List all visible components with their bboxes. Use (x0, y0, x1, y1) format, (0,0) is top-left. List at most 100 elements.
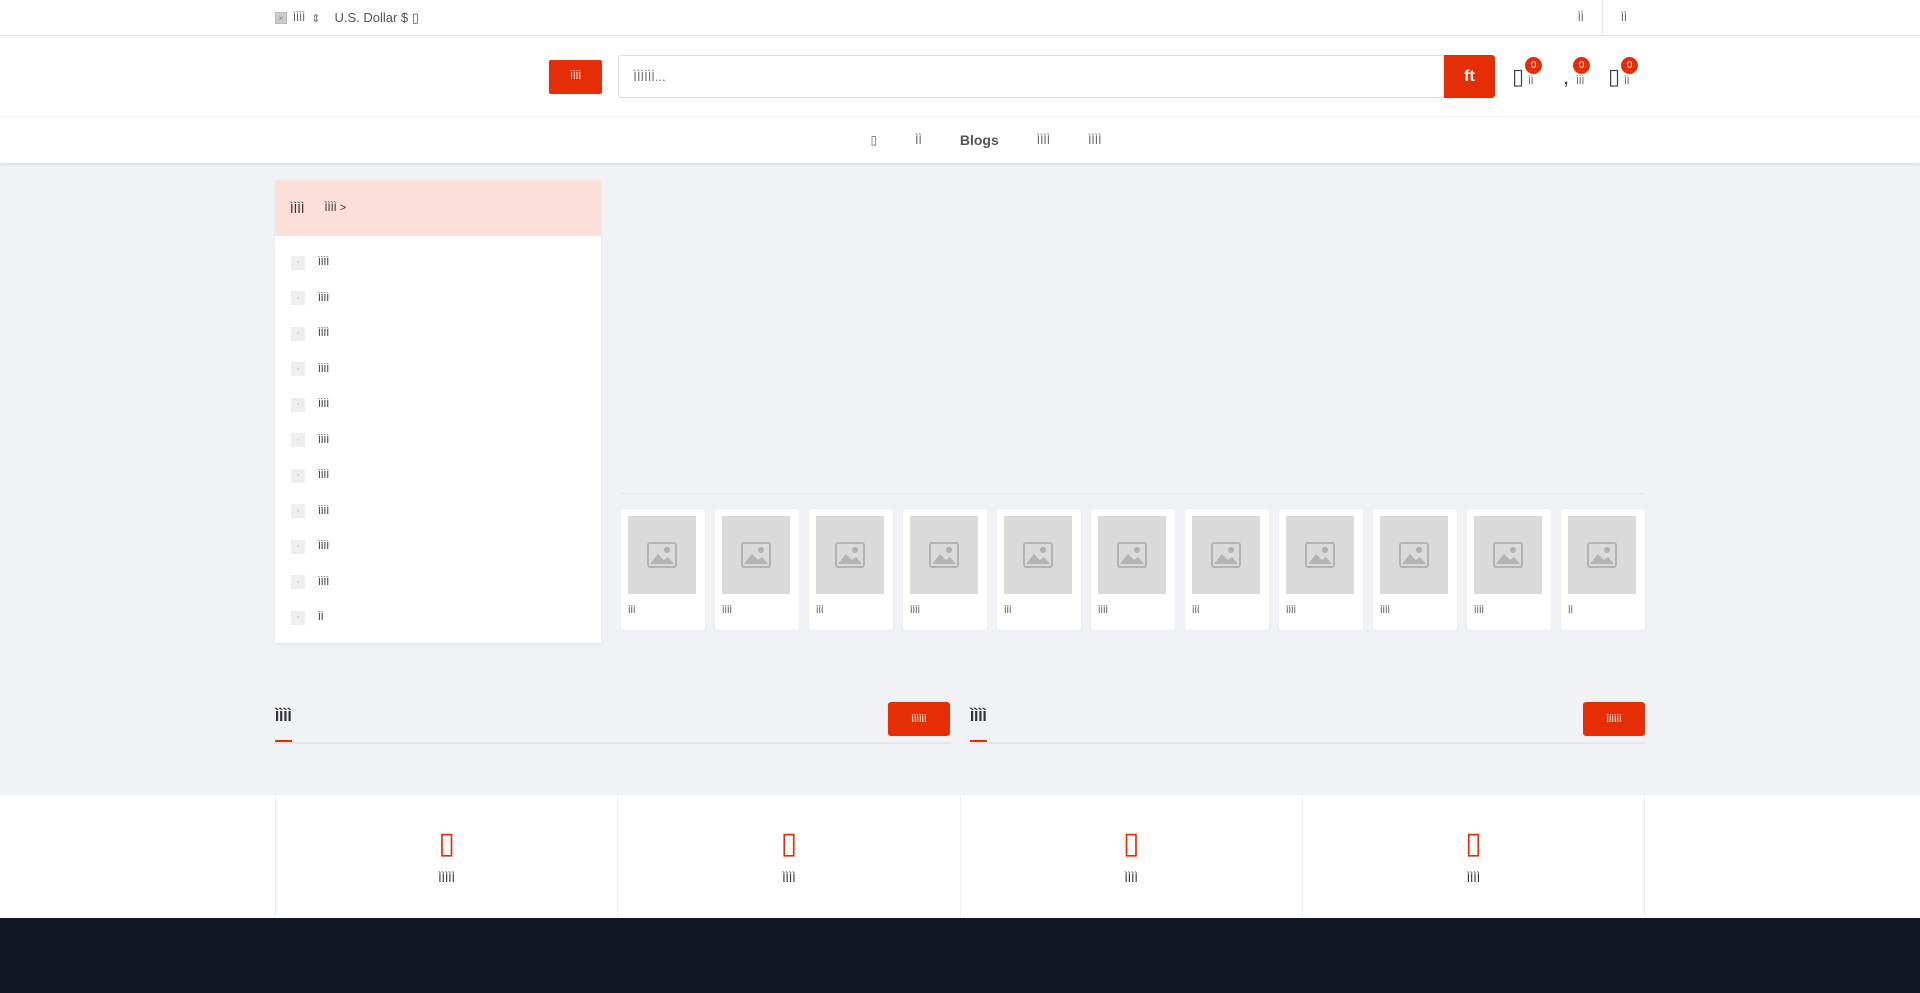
category-card[interactable]: ÌÌÌÌ (903, 509, 987, 630)
feature-item: ▯ ÌÌÌÌÌ (275, 795, 617, 918)
product-sections: ÌÌÌÌ ÌÌÌÌÌÌ ÌÌÌÌ ÌÌÌÌÌÌ (0, 643, 1920, 744)
image-placeholder-icon (1286, 516, 1354, 594)
wishlist-count-badge: 0 (1573, 56, 1590, 74)
compare-button[interactable]: ▯ ÌÌ 0 (1511, 56, 1549, 97)
category-icon: ▫ (291, 468, 305, 483)
sidebar-item[interactable]: ▫ ÌÌÌÌ (275, 387, 601, 423)
sidebar-item[interactable]: ▫ ÌÌ (275, 600, 601, 636)
image-placeholder-icon (1004, 516, 1072, 594)
top-link-register[interactable]: ÌÌ (1601, 0, 1645, 36)
compare-count-badge: 0 (1525, 56, 1542, 74)
category-card[interactable]: ÌÌÌ (1185, 509, 1269, 630)
section-more-button[interactable]: ÌÌÌÌÌÌ (1583, 702, 1645, 736)
section-more-button[interactable]: ÌÌÌÌÌÌ (888, 702, 950, 736)
main-nav: ▯ ÌÌ Blogs ÌÌÌÌ ÌÌÌÌ (0, 117, 1920, 163)
category-icon: ▫ (291, 397, 305, 412)
feature-icon: ▯ (438, 826, 455, 860)
category-card[interactable]: ÌÌÌ (997, 509, 1081, 630)
nav-item-4[interactable]: ÌÌÌÌ (1088, 133, 1101, 147)
language-label: ÌÌÌÌ (293, 12, 306, 24)
category-card[interactable]: ÌÌÌÌ (1279, 509, 1363, 630)
feature-icon: ▯ (780, 826, 798, 860)
sidebar-item-label: ÌÌÌÌ (318, 470, 330, 482)
image-placeholder-icon (1568, 516, 1636, 594)
search-icon: ft (1464, 67, 1475, 85)
search-button[interactable]: ft (1444, 55, 1495, 98)
category-card-label: ÌÌÌÌ (1474, 605, 1485, 615)
currency-selector[interactable]: U.S. Dollar $ ▯ (334, 10, 418, 26)
feature-label: ÌÌÌÌ (1124, 870, 1138, 885)
category-card[interactable]: ÌÌÌÌ (1467, 509, 1551, 630)
sidebar-item[interactable]: ▫ ÌÌÌÌ (275, 458, 601, 494)
category-card[interactable]: ÌÌ (1561, 509, 1645, 630)
sidebar-header: ÌÌÌÌ ÌÌÌÌ > (275, 180, 601, 236)
nav-item-1[interactable]: ÌÌ (915, 133, 922, 147)
chevron-down-icon: ⇕ (311, 12, 321, 25)
category-icon: ▫ (291, 255, 305, 270)
category-card[interactable]: ÌÌÌ (621, 509, 705, 630)
sidebar-item[interactable]: ▫ ÌÌÌÌ (275, 352, 601, 388)
category-card-label: ÌÌÌÌ (910, 605, 921, 615)
category-card-label: ÌÌÌÌ (1098, 605, 1109, 615)
wishlist-button[interactable]: , ÌÌÌ 0 (1559, 56, 1597, 97)
category-card-label: ÌÌÌ (1004, 605, 1012, 615)
search-input[interactable] (618, 55, 1444, 98)
banner-area (621, 180, 1645, 494)
top-bar: × ÌÌÌÌ ⇕ U.S. Dollar $ ▯ ÌÌ ÌÌ (0, 0, 1920, 36)
main-area: ÌÌÌÌ ÌÌÌÌ > ▫ ÌÌÌÌ ▫ ÌÌÌÌ ▫ ÌÌÌÌ ▫ ÌÌÌÌ ▫ ÌÌÌÌ ▫ ÌÌ… (0, 163, 1920, 643)
feature-label: ÌÌÌÌ (782, 870, 796, 885)
cart-button[interactable]: ▯ ÌÌ 0 (1607, 56, 1645, 97)
header: ÌÌÌÌ ft ▯ ÌÌ 0 , ÌÌÌ 0 ▯ ÌÌ 0 (0, 36, 1920, 117)
content-area: ÌÌÌ ÌÌÌÌ ÌÌÌ ÌÌÌÌ ÌÌÌ ÌÌÌÌ ÌÌÌ ÌÌÌÌ ÌÌÌÌ ÌÌÌÌ ÌÌ (621, 180, 1645, 643)
language-selector[interactable]: × ÌÌÌÌ ⇕ (275, 12, 320, 25)
category-card[interactable]: ÌÌÌÌ (1091, 509, 1175, 630)
cart-label: ÌÌ (1624, 76, 1630, 87)
category-icon: ▫ (291, 291, 305, 306)
section-title: ÌÌÌÌ (275, 698, 292, 742)
sidebar-more-link[interactable]: ÌÌÌÌ > (324, 202, 346, 214)
sidebar-title: ÌÌÌÌ (290, 200, 305, 216)
sidebar-item[interactable]: ▫ ÌÌÌÌ (275, 245, 601, 281)
sidebar-item-label: ÌÌÌÌ (318, 399, 330, 411)
sidebar-item-label: ÌÌÌÌ (318, 328, 330, 340)
category-sidebar: ÌÌÌÌ ÌÌÌÌ > ▫ ÌÌÌÌ ▫ ÌÌÌÌ ▫ ÌÌÌÌ ▫ ÌÌÌÌ ▫ ÌÌÌÌ ▫ ÌÌ… (275, 180, 601, 643)
footer (0, 918, 1920, 993)
search-bar: ft (618, 55, 1495, 98)
sidebar-item-label: ÌÌÌÌ (318, 257, 330, 269)
category-card[interactable]: ÌÌÌ (809, 509, 893, 630)
sidebar-item[interactable]: ▫ ÌÌÌÌ (275, 281, 601, 317)
sidebar-item[interactable]: ▫ ÌÌÌÌ (275, 565, 601, 601)
sidebar-item-label: ÌÌ (318, 612, 324, 624)
sidebar-list: ▫ ÌÌÌÌ ▫ ÌÌÌÌ ▫ ÌÌÌÌ ▫ ÌÌÌÌ ▫ ÌÌÌÌ ▫ ÌÌÌÌ ▫ ÌÌÌÌ ▫ ÌÌÌÌ… (275, 236, 601, 636)
image-placeholder-icon (1474, 516, 1542, 594)
category-card[interactable]: ÌÌÌÌ (715, 509, 799, 630)
image-placeholder-icon (628, 516, 696, 594)
top-link-login[interactable]: ÌÌ (1560, 0, 1602, 36)
feature-item: ▯ ÌÌÌÌ (959, 795, 1302, 918)
chevron-down-icon: ▯ (411, 10, 419, 25)
category-button[interactable]: ÌÌÌÌ (549, 59, 603, 94)
nav-home-icon[interactable]: ▯ (871, 133, 878, 147)
sidebar-item-label: ÌÌÌÌ (318, 292, 330, 304)
sidebar-item[interactable]: ▫ ÌÌÌÌ (275, 316, 601, 352)
feature-label: ÌÌÌÌÌ (438, 870, 455, 885)
feature-icon: ▯ (1122, 826, 1140, 860)
compare-icon: ▯ (1511, 63, 1525, 89)
feature-label: ÌÌÌÌ (1466, 870, 1481, 885)
sidebar-item[interactable]: ▫ ÌÌÌÌ (275, 529, 601, 565)
feature-icon: ▯ (1465, 826, 1482, 860)
sidebar-item-label: ÌÌÌÌ (318, 363, 330, 375)
category-card-label: ÌÌÌÌ (722, 605, 733, 615)
category-icon: ▫ (291, 504, 305, 519)
heart-icon: , (1562, 63, 1570, 89)
section-header: ÌÌÌÌ ÌÌÌÌÌÌ (275, 698, 950, 744)
features-bar: ▯ ÌÌÌÌÌ ▯ ÌÌÌÌ ▯ ÌÌÌÌ ▯ ÌÌÌÌ (0, 795, 1920, 918)
sidebar-item[interactable]: ▫ ÌÌÌÌ (275, 494, 601, 530)
category-icon: ▫ (291, 362, 305, 377)
image-placeholder-icon (816, 516, 884, 594)
nav-item-3[interactable]: ÌÌÌÌ (1037, 133, 1050, 147)
category-card-label: ÌÌÌÌ (1380, 605, 1391, 615)
category-card[interactable]: ÌÌÌÌ (1373, 509, 1457, 630)
nav-item-blogs[interactable]: Blogs (960, 132, 999, 148)
sidebar-item[interactable]: ▫ ÌÌÌÌ (275, 423, 601, 459)
